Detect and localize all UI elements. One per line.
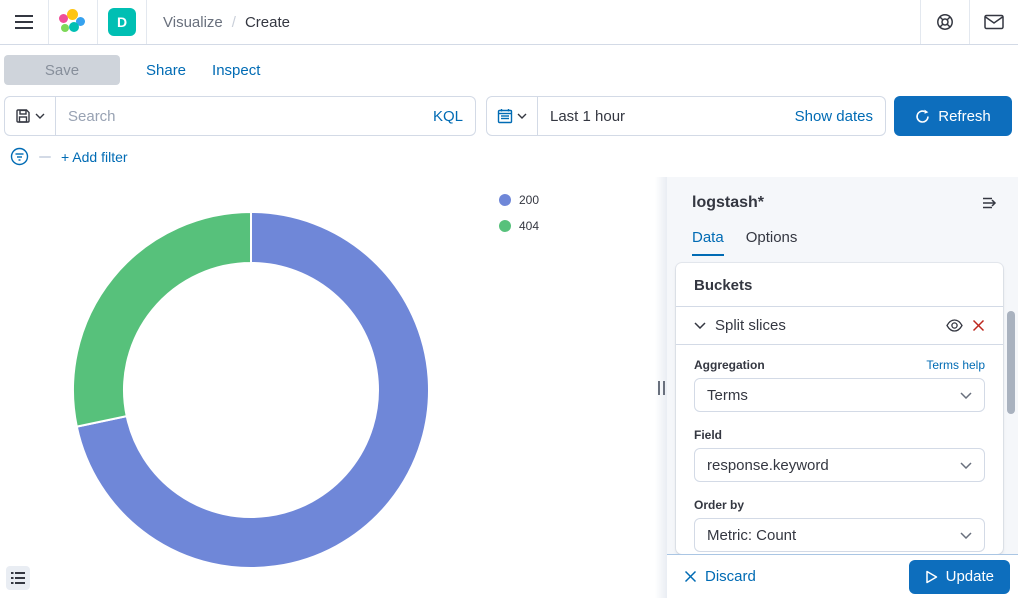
collapse-panel-button[interactable] bbox=[978, 191, 1002, 215]
time-range-display: Last 1 hour Show dates bbox=[538, 96, 886, 136]
date-quick-select-button[interactable] bbox=[486, 96, 538, 136]
add-filter-link[interactable]: + Add filter bbox=[61, 149, 128, 165]
close-icon bbox=[684, 570, 697, 583]
chevron-down-icon bbox=[960, 532, 972, 539]
eye-icon[interactable] bbox=[946, 319, 963, 332]
saved-query-menu-button[interactable] bbox=[4, 96, 56, 136]
elastic-logo[interactable] bbox=[49, 0, 97, 44]
chevron-down-icon bbox=[960, 392, 972, 399]
order-by-label: Order by bbox=[694, 498, 744, 512]
chevron-down-icon bbox=[517, 113, 527, 119]
remove-bucket-icon[interactable] bbox=[972, 319, 985, 332]
legend-item[interactable]: 200 bbox=[499, 193, 539, 207]
refresh-label: Refresh bbox=[938, 108, 991, 125]
time-range-value[interactable]: Last 1 hour bbox=[550, 108, 625, 125]
breadcrumb-create: Create bbox=[245, 14, 290, 31]
refresh-icon bbox=[915, 109, 930, 124]
breadcrumb-visualize[interactable]: Visualize bbox=[163, 14, 223, 31]
legend-dot bbox=[499, 220, 511, 232]
editor-content: 200 404 bbox=[0, 177, 1018, 598]
chevron-down-icon bbox=[35, 113, 45, 119]
legend-label: 404 bbox=[519, 219, 539, 233]
terms-help-link[interactable]: Terms help bbox=[926, 358, 985, 372]
split-slices-accordion[interactable]: Split slices bbox=[676, 306, 1003, 345]
buckets-title: Buckets bbox=[676, 263, 1003, 306]
editor-action-bar: Save Share Inspect bbox=[0, 45, 1018, 95]
discard-button[interactable]: Discard bbox=[684, 568, 756, 585]
mail-icon bbox=[984, 14, 1004, 30]
refresh-button[interactable]: Refresh bbox=[894, 96, 1012, 136]
filter-icon[interactable] bbox=[10, 147, 29, 166]
help-button[interactable] bbox=[921, 0, 969, 44]
menu-button[interactable] bbox=[0, 0, 48, 44]
kibana-visualize-create: D Visualize / Create bbox=[0, 0, 1018, 598]
tab-data[interactable]: Data bbox=[692, 229, 724, 256]
breadcrumb-separator: / bbox=[232, 14, 236, 31]
panel-tabs: Data Options bbox=[667, 215, 1018, 256]
chevron-down-icon bbox=[960, 462, 972, 469]
aggregation-label: Aggregation bbox=[694, 358, 765, 372]
donut-chart bbox=[69, 208, 433, 572]
save-button[interactable]: Save bbox=[4, 55, 120, 85]
menu-right-icon bbox=[982, 195, 998, 211]
aggregation-select[interactable]: Terms bbox=[694, 378, 985, 412]
top-navigation-bar: D Visualize / Create bbox=[0, 0, 1018, 45]
list-icon bbox=[11, 572, 25, 584]
aggregation-value: Terms bbox=[707, 387, 748, 404]
inspect-button[interactable]: Inspect bbox=[212, 62, 260, 79]
field-value: response.keyword bbox=[707, 457, 829, 474]
buckets-panel: Buckets Split slices bbox=[676, 263, 1003, 554]
legend-item[interactable]: 404 bbox=[499, 219, 539, 233]
tab-options[interactable]: Options bbox=[746, 229, 798, 256]
newsfeed-button[interactable] bbox=[970, 0, 1018, 44]
order-by-value: Metric: Count bbox=[707, 527, 796, 544]
chart-legend: 200 404 bbox=[499, 193, 539, 233]
legend-label: 200 bbox=[519, 193, 539, 207]
panel-resizer[interactable] bbox=[655, 177, 667, 598]
life-ring-icon bbox=[936, 13, 954, 31]
update-button[interactable]: Update bbox=[909, 560, 1010, 594]
split-slices-label: Split slices bbox=[715, 317, 786, 334]
legend-toggle-button[interactable] bbox=[6, 566, 30, 590]
calendar-icon bbox=[497, 108, 513, 124]
search-box: KQL bbox=[56, 96, 476, 136]
resizer-grip-icon bbox=[658, 381, 665, 395]
hamburger-icon bbox=[14, 14, 34, 30]
date-picker-group: Last 1 hour Show dates bbox=[486, 96, 886, 136]
share-button[interactable]: Share bbox=[146, 62, 186, 79]
donut-slice-404[interactable] bbox=[73, 212, 251, 427]
space-avatar[interactable]: D bbox=[108, 8, 136, 36]
query-language-switcher[interactable]: KQL bbox=[433, 108, 463, 125]
index-pattern-title: logstash* bbox=[692, 194, 764, 212]
editor-bottom-bar: Discard Update bbox=[667, 554, 1018, 598]
filter-drop-placeholder bbox=[39, 156, 51, 158]
save-query-icon bbox=[15, 108, 31, 124]
visualization-area: 200 404 bbox=[0, 177, 655, 598]
field-select[interactable]: response.keyword bbox=[694, 448, 985, 482]
breadcrumb: Visualize / Create bbox=[163, 14, 290, 31]
editor-side-panel: logstash* Data Options Buckets bbox=[667, 177, 1018, 598]
show-dates-link[interactable]: Show dates bbox=[795, 108, 873, 125]
search-input[interactable] bbox=[68, 108, 433, 125]
update-label: Update bbox=[946, 568, 994, 585]
play-icon bbox=[925, 570, 938, 584]
discard-label: Discard bbox=[705, 568, 756, 585]
divider bbox=[146, 0, 147, 44]
query-bar: KQL Last 1 hour Show dates bbox=[4, 96, 1012, 136]
divider bbox=[97, 0, 98, 44]
chevron-down-icon bbox=[694, 322, 706, 329]
field-label: Field bbox=[694, 428, 722, 442]
order-by-select[interactable]: Metric: Count bbox=[694, 518, 985, 552]
filter-bar: + Add filter bbox=[0, 136, 1018, 177]
scrollbar-thumb[interactable] bbox=[1007, 311, 1015, 414]
legend-dot bbox=[499, 194, 511, 206]
